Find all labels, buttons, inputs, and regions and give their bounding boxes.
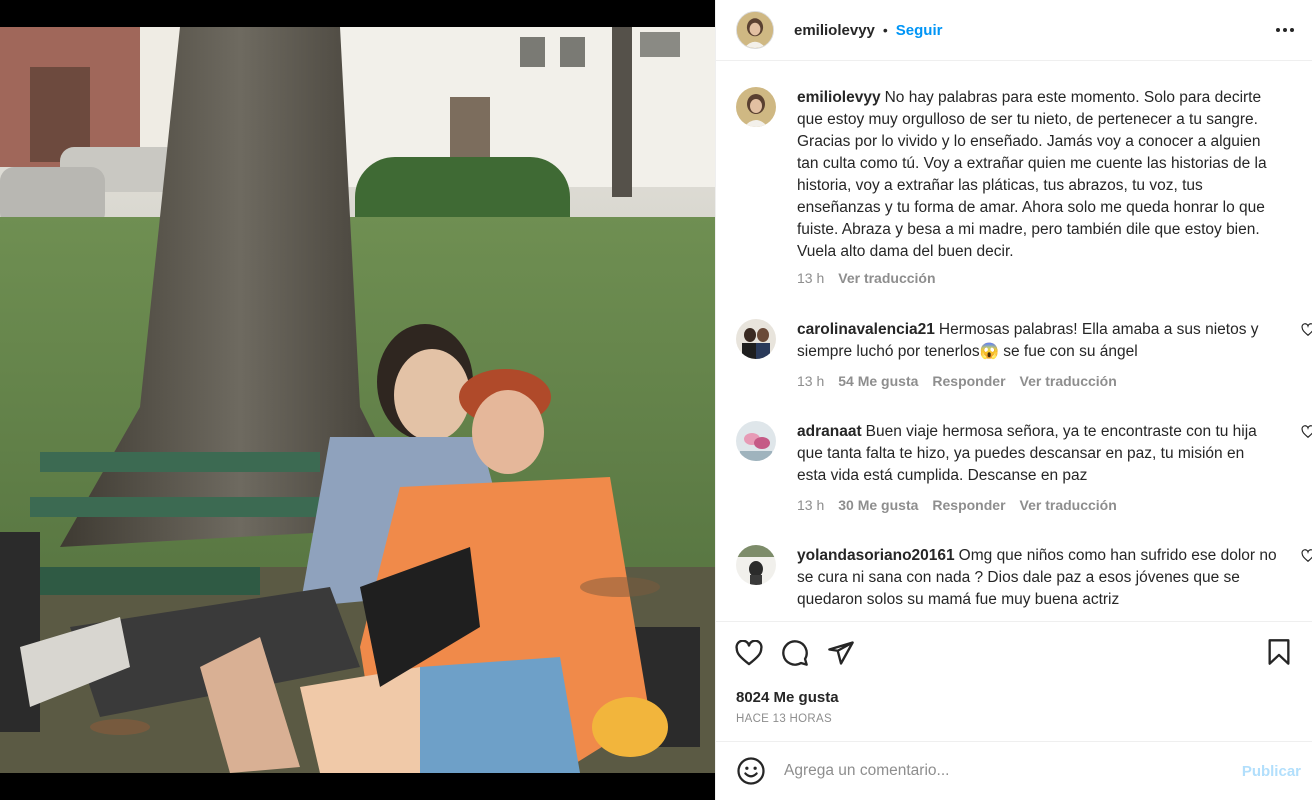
commenter-avatar[interactable] xyxy=(736,421,776,461)
author-avatar-image xyxy=(737,12,773,48)
caption-meta: 13 h Ver traducción xyxy=(797,270,936,286)
separator-dot: • xyxy=(882,22,888,38)
comment-meta: 13 h 30 Me gusta Responder Ver traducció… xyxy=(797,497,1117,513)
commenter-avatar[interactable] xyxy=(736,319,776,359)
author-avatar[interactable] xyxy=(736,11,774,49)
bookmark-icon[interactable] xyxy=(1265,638,1295,668)
comment-meta: 13 h 54 Me gusta Responder Ver traducció… xyxy=(797,373,1117,389)
post-media xyxy=(0,0,715,800)
comment-text: Buen viaje hermosa señora, ya te encontr… xyxy=(797,423,1257,484)
photo-illustration xyxy=(0,27,715,773)
comment-input[interactable] xyxy=(784,762,1242,780)
comment-heart-icon[interactable] xyxy=(1301,425,1312,439)
comment-translate-link[interactable]: Ver traducción xyxy=(1020,373,1117,389)
comment-likes[interactable]: 54 Me gusta xyxy=(838,373,918,389)
comment-icon[interactable] xyxy=(780,638,810,668)
comment-body: adranaat Buen viaje hermosa señora, ya te… xyxy=(797,421,1277,487)
comment-username[interactable]: yolandasoriano20161 xyxy=(797,547,955,564)
comment-likes[interactable]: 30 Me gusta xyxy=(838,497,918,513)
caption-username[interactable]: emiliolevyy xyxy=(797,89,881,106)
publish-button[interactable]: Publicar xyxy=(1242,763,1301,780)
comment-heart-icon[interactable] xyxy=(1301,323,1312,337)
caption-body: emiliolevyy No hay palabras para este mom… xyxy=(797,87,1277,263)
more-options-icon[interactable] xyxy=(1273,18,1297,42)
share-icon[interactable] xyxy=(826,638,856,668)
comments-list[interactable]: emiliolevyy No hay palabras para este mom… xyxy=(716,61,1312,621)
comment-body: yolandasoriano20161 Omg que niños como ha… xyxy=(797,545,1277,611)
post-photo[interactable] xyxy=(0,27,715,773)
caption-time[interactable]: 13 h xyxy=(797,270,824,286)
heart-icon[interactable] xyxy=(734,638,764,668)
caption-text: No hay palabras para este momento. Solo … xyxy=(797,89,1267,260)
comment-heart-icon[interactable] xyxy=(1301,549,1312,563)
comment-username[interactable]: carolinavalencia21 xyxy=(797,321,935,338)
comment-time[interactable]: 13 h xyxy=(797,497,824,513)
post-side-panel: emiliolevyy • Seguir emiliolevyy No hay … xyxy=(715,0,1312,800)
likes-count[interactable]: 8024 Me gusta xyxy=(736,689,839,706)
add-comment-bar: Publicar xyxy=(716,741,1312,800)
comment-username[interactable]: adranaat xyxy=(797,423,862,440)
reply-button[interactable]: Responder xyxy=(932,497,1005,513)
post-timestamp: HACE 13 HORAS xyxy=(736,713,832,725)
emoji-icon[interactable] xyxy=(736,756,766,786)
author-username[interactable]: emiliolevyy xyxy=(794,22,875,39)
comment-body: carolinavalencia21 Hermosas palabras! Ell… xyxy=(797,319,1277,363)
follow-button[interactable]: Seguir xyxy=(896,22,943,39)
caption-avatar[interactable] xyxy=(736,87,776,127)
post-actions: 8024 Me gusta HACE 13 HORAS xyxy=(716,621,1312,741)
comment-translate-link[interactable]: Ver traducción xyxy=(1020,497,1117,513)
caption-translate-link[interactable]: Ver traducción xyxy=(838,270,935,286)
reply-button[interactable]: Responder xyxy=(932,373,1005,389)
post-header: emiliolevyy • Seguir xyxy=(716,0,1312,61)
commenter-avatar[interactable] xyxy=(736,545,776,585)
action-icons xyxy=(734,638,856,668)
comment-time[interactable]: 13 h xyxy=(797,373,824,389)
